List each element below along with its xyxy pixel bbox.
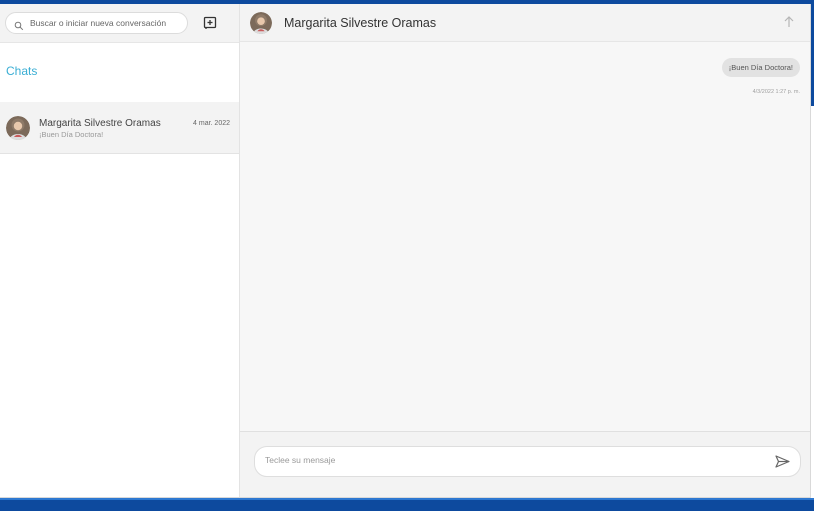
chat-last-message: ¡Buen Día Doctora!	[39, 130, 104, 139]
chat-sidebar: Chats Margarita Silvestre Oramas 4 mar. …	[0, 4, 240, 497]
conversation-pane: Margarita Silvestre Oramas ¡Buen Día Doc…	[240, 4, 810, 497]
send-button[interactable]	[775, 455, 790, 468]
scroll-up-button[interactable]	[782, 15, 796, 29]
sidebar-toolbar	[0, 4, 239, 43]
conversation-header: Margarita Silvestre Oramas	[240, 4, 810, 42]
conversation-contact-name: Margarita Silvestre Oramas	[284, 16, 437, 30]
contact-avatar	[6, 116, 30, 140]
message-list[interactable]: ¡Buen Día Doctora! 4/3/2022 1:27 p. m.	[240, 42, 810, 431]
new-chat-button[interactable]	[201, 14, 219, 32]
app-window: Chats Margarita Silvestre Oramas 4 mar. …	[0, 4, 811, 498]
message-bubble: ¡Buen Día Doctora!	[721, 58, 800, 77]
message-composer	[240, 431, 810, 497]
search-box[interactable]	[5, 12, 188, 34]
message-input[interactable]	[265, 455, 745, 465]
arrow-up-icon	[784, 16, 794, 27]
chat-contact-name: Margarita Silvestre Oramas	[39, 118, 161, 129]
message-timestamp: 4/3/2022 1:27 p. m.	[752, 89, 800, 95]
new-chat-icon	[203, 16, 217, 29]
chat-list-item[interactable]: Margarita Silvestre Oramas 4 mar. 2022 ¡…	[0, 102, 239, 154]
search-icon	[14, 18, 24, 31]
desktop-background	[0, 498, 814, 511]
send-icon	[775, 455, 790, 468]
chats-title: Chats	[6, 64, 38, 78]
message-box[interactable]	[254, 446, 801, 477]
contact-avatar	[250, 12, 272, 34]
search-input[interactable]	[30, 18, 180, 28]
chat-date: 4 mar. 2022	[193, 120, 230, 127]
